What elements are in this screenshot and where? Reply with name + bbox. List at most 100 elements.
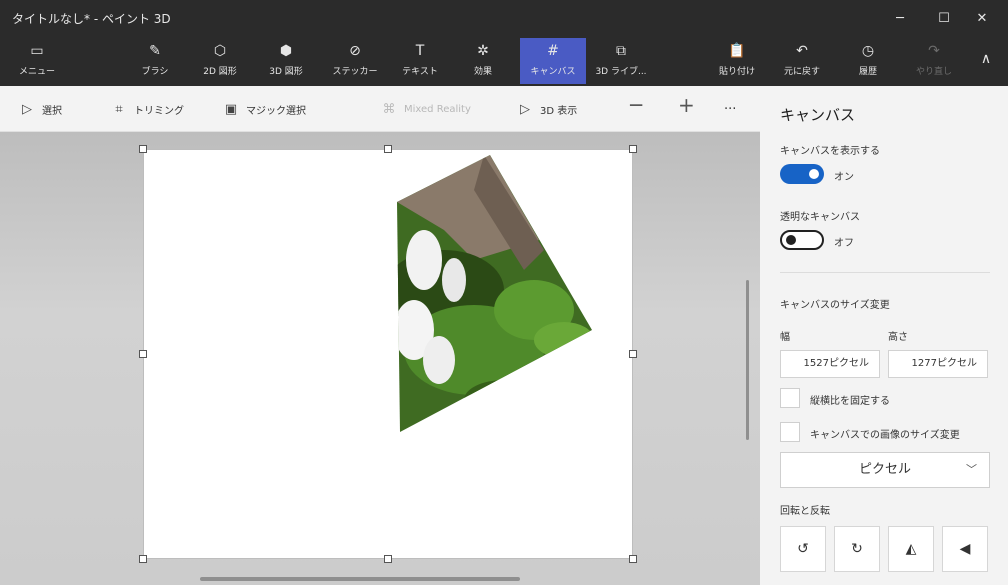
- crop-icon: ⌗: [115, 101, 123, 117]
- toggle-knob: [786, 235, 796, 245]
- canvas-button[interactable]: # キャンバス: [520, 38, 586, 84]
- canvas-label: キャンバス: [530, 67, 576, 77]
- redo-icon: ↷: [928, 43, 940, 59]
- paste-icon: 📋: [728, 43, 746, 59]
- canvas-icon: #: [547, 43, 559, 59]
- 2d-shapes-label: 2D 図形: [203, 67, 237, 77]
- flip-vertical-button[interactable]: ◀: [942, 526, 988, 572]
- rotated-photo[interactable]: [144, 150, 634, 560]
- select-icon: ▷: [22, 101, 32, 117]
- ribbon: ▭ メニュー ✎ ブラシ ⬡ 2D 図形 ⬢ 3D 図形 ⊘ ステッカー T テ…: [0, 36, 1008, 86]
- rotate-left-button[interactable]: ↺: [780, 526, 826, 572]
- lock-aspect-checkbox[interactable]: [780, 388, 800, 408]
- minimize-button[interactable]: ─: [880, 6, 920, 32]
- menu-button[interactable]: ▭ メニュー: [12, 38, 62, 84]
- resize-handle-left[interactable]: [139, 350, 147, 358]
- mixed-reality-icon: ⌘: [382, 101, 396, 117]
- paste-button[interactable]: 📋 貼り付け: [712, 38, 762, 84]
- more-button[interactable]: ···: [724, 99, 736, 119]
- magic-select-icon: ▣: [224, 101, 238, 117]
- stickers-button[interactable]: ⊘ ステッカー: [326, 38, 384, 84]
- height-field[interactable]: 1277ピクセル: [888, 350, 988, 378]
- paste-label: 貼り付け: [718, 67, 755, 77]
- height-label: 高さ: [888, 332, 908, 343]
- resize-handle-top[interactable]: [384, 145, 392, 153]
- 2d-shapes-button[interactable]: ⬡ 2D 図形: [192, 38, 248, 84]
- 3d-view-tool[interactable]: ▷ 3D 表示: [516, 99, 577, 119]
- transparent-canvas-toggle[interactable]: [780, 230, 824, 250]
- 3d-shapes-button[interactable]: ⬢ 3D 図形: [258, 38, 314, 84]
- 3d-shapes-icon: ⬢: [279, 43, 293, 59]
- crop-tool[interactable]: ⌗ トリミング: [110, 99, 184, 119]
- transparent-canvas-state: オフ: [834, 238, 854, 249]
- 3d-library-label: 3D ライブ...: [595, 67, 647, 77]
- folder-icon: ▭: [30, 43, 44, 59]
- canvas-panel: キャンバス キャンバスを表示する オン 透明なキャンバス オフ キャンバスのサイ…: [760, 86, 1008, 585]
- show-canvas-state: オン: [834, 172, 854, 183]
- width-field[interactable]: 1527ピクセル: [780, 350, 880, 378]
- rotate-right-button[interactable]: ↻: [834, 526, 880, 572]
- rotate-right-icon: ↻: [851, 541, 863, 557]
- resize-handle-bottom-right[interactable]: [629, 555, 637, 563]
- menu-label: メニュー: [18, 67, 55, 77]
- history-button[interactable]: ◷ 履歴: [844, 38, 892, 84]
- flip-horizontal-icon: ◭: [905, 541, 917, 557]
- width-label: 幅: [780, 332, 790, 343]
- zoom-in-button[interactable]: +: [678, 93, 695, 117]
- lock-aspect-label: 縦横比を固定する: [810, 396, 890, 407]
- unit-select-value: ピクセル: [858, 462, 911, 477]
- effects-icon: ✲: [477, 43, 489, 59]
- vertical-scrollbar[interactable]: [746, 280, 749, 440]
- history-icon: ◷: [861, 43, 875, 59]
- close-button[interactable]: ✕: [962, 6, 1002, 32]
- 3d-library-icon: ⧉: [616, 43, 626, 59]
- redo-label: やり直し: [915, 67, 952, 77]
- magic-select-tool[interactable]: ▣ マジック選択: [222, 99, 306, 119]
- resize-handle-bottom-left[interactable]: [139, 555, 147, 563]
- mixed-reality-tool[interactable]: ⌘ Mixed Reality: [380, 99, 471, 119]
- undo-label: 元に戻す: [783, 67, 820, 77]
- stickers-label: ステッカー: [332, 67, 378, 77]
- select-tool[interactable]: ▷ 選択: [18, 99, 62, 119]
- chevron-up-icon: ∧: [980, 51, 992, 67]
- select-label: 選択: [42, 105, 62, 117]
- show-canvas-toggle[interactable]: [780, 164, 824, 184]
- maximize-button[interactable]: ☐: [924, 6, 964, 32]
- redo-button[interactable]: ↷ やり直し: [908, 38, 960, 84]
- rotate-flip-label: 回転と反転: [780, 506, 830, 517]
- unit-select[interactable]: ピクセル ﹀: [780, 452, 990, 488]
- toolbar: ▷ 選択 ⌗ トリミング ▣ マジック選択 ⌘ Mixed Reality ▷ …: [0, 86, 760, 132]
- brush-button[interactable]: ✎ ブラシ: [130, 38, 180, 84]
- zoom-out-button[interactable]: ─: [630, 93, 642, 117]
- flip-horizontal-button[interactable]: ◭: [888, 526, 934, 572]
- history-label: 履歴: [858, 67, 877, 77]
- show-canvas-label: キャンバスを表示する: [780, 146, 880, 157]
- brush-icon: ✎: [149, 43, 161, 59]
- 2d-shapes-icon: ⬡: [213, 43, 227, 59]
- divider: [780, 272, 990, 273]
- effects-button[interactable]: ✲ 効果: [458, 38, 508, 84]
- title-bar: タイトルなし* - ペイント 3D ─ ☐ ✕: [0, 0, 1008, 36]
- resize-handle-top-left[interactable]: [139, 145, 147, 153]
- resize-handle-right[interactable]: [629, 350, 637, 358]
- resize-handle-top-right[interactable]: [629, 145, 637, 153]
- magic-select-label: マジック選択: [246, 105, 306, 117]
- undo-button[interactable]: ↶ 元に戻す: [776, 38, 828, 84]
- resize-title: キャンバスのサイズ変更: [780, 300, 890, 311]
- 3d-view-label: 3D 表示: [540, 105, 578, 117]
- text-button[interactable]: T テキスト: [394, 38, 446, 84]
- collapse-ribbon-button[interactable]: ∧: [970, 38, 1002, 84]
- resize-image-checkbox[interactable]: [780, 422, 800, 442]
- sticker-icon: ⊘: [349, 43, 361, 59]
- transparent-canvas-label: 透明なキャンバス: [780, 212, 860, 223]
- crop-label: トリミング: [134, 105, 184, 117]
- text-icon: T: [415, 43, 425, 59]
- horizontal-scrollbar[interactable]: [200, 577, 520, 581]
- flip-vertical-icon: ◀: [959, 541, 971, 557]
- 3d-library-button[interactable]: ⧉ 3D ライブ...: [590, 38, 652, 84]
- canvas[interactable]: [143, 149, 633, 559]
- 3d-shapes-label: 3D 図形: [269, 67, 303, 77]
- brush-label: ブラシ: [141, 67, 169, 77]
- resize-handle-bottom[interactable]: [384, 555, 392, 563]
- effects-label: 効果: [473, 67, 492, 77]
